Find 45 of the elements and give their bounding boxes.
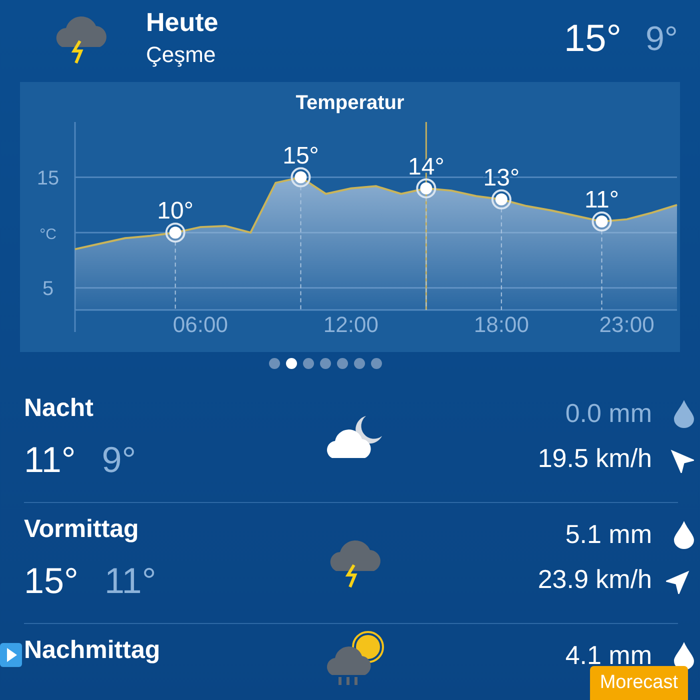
raindrop-icon — [674, 400, 694, 428]
period-title: Nacht — [24, 394, 94, 423]
location-name: Çeşme — [146, 42, 217, 68]
page-dot[interactable] — [286, 358, 296, 368]
x-tick-label: 12:00 — [323, 312, 378, 337]
period-title: Nachmittag — [24, 636, 162, 665]
precipitation-amount: 5.1 mm — [564, 519, 652, 550]
wind-speed: 23.9 km/h — [536, 564, 652, 595]
day-title: Heute — [146, 10, 220, 34]
x-tick-label: 06:00 — [172, 312, 228, 337]
x-tick-label: 18:00 — [474, 312, 529, 337]
high-temperature: 15° — [24, 560, 78, 601]
point-label: 10° — [157, 198, 194, 225]
axis-unit: °C — [40, 226, 56, 243]
high-temperature: 15° — [564, 18, 622, 60]
low-temperature: 9° — [645, 20, 678, 58]
page-dot[interactable] — [320, 358, 330, 368]
data-point — [290, 167, 311, 188]
point-label: 11° — [584, 186, 619, 214]
page-dot[interactable] — [268, 358, 280, 368]
x-tick-label: 23:00 — [599, 312, 654, 337]
play-icon[interactable] — [0, 643, 22, 667]
period-title: Vormittag — [24, 515, 140, 544]
point-label: 15° — [282, 142, 319, 170]
point-label: 13° — [483, 164, 520, 192]
high-temperature: 11° — [24, 439, 76, 480]
y-tick-label: 5 — [42, 278, 54, 300]
chart-title: Temperatur — [294, 91, 406, 116]
page-dot[interactable] — [336, 358, 348, 368]
page-dot[interactable] — [354, 358, 364, 368]
data-point — [165, 222, 186, 243]
brand-badge[interactable]: Morecast — [590, 666, 688, 700]
precipitation-amount: 0.0 mm — [564, 398, 652, 429]
low-temperature: 11° — [104, 560, 156, 601]
wind-speed: 19.5 km/h — [536, 443, 652, 474]
page-dot[interactable] — [302, 358, 314, 368]
raindrop-icon — [674, 642, 694, 670]
data-point — [491, 189, 512, 210]
data-point — [416, 178, 436, 198]
y-tick-label: 15 — [36, 167, 60, 190]
low-temperature: 9° — [102, 439, 136, 480]
raindrop-icon — [674, 520, 694, 548]
drop-line — [174, 241, 176, 310]
page-dot[interactable] — [370, 358, 382, 368]
data-point — [592, 212, 612, 232]
